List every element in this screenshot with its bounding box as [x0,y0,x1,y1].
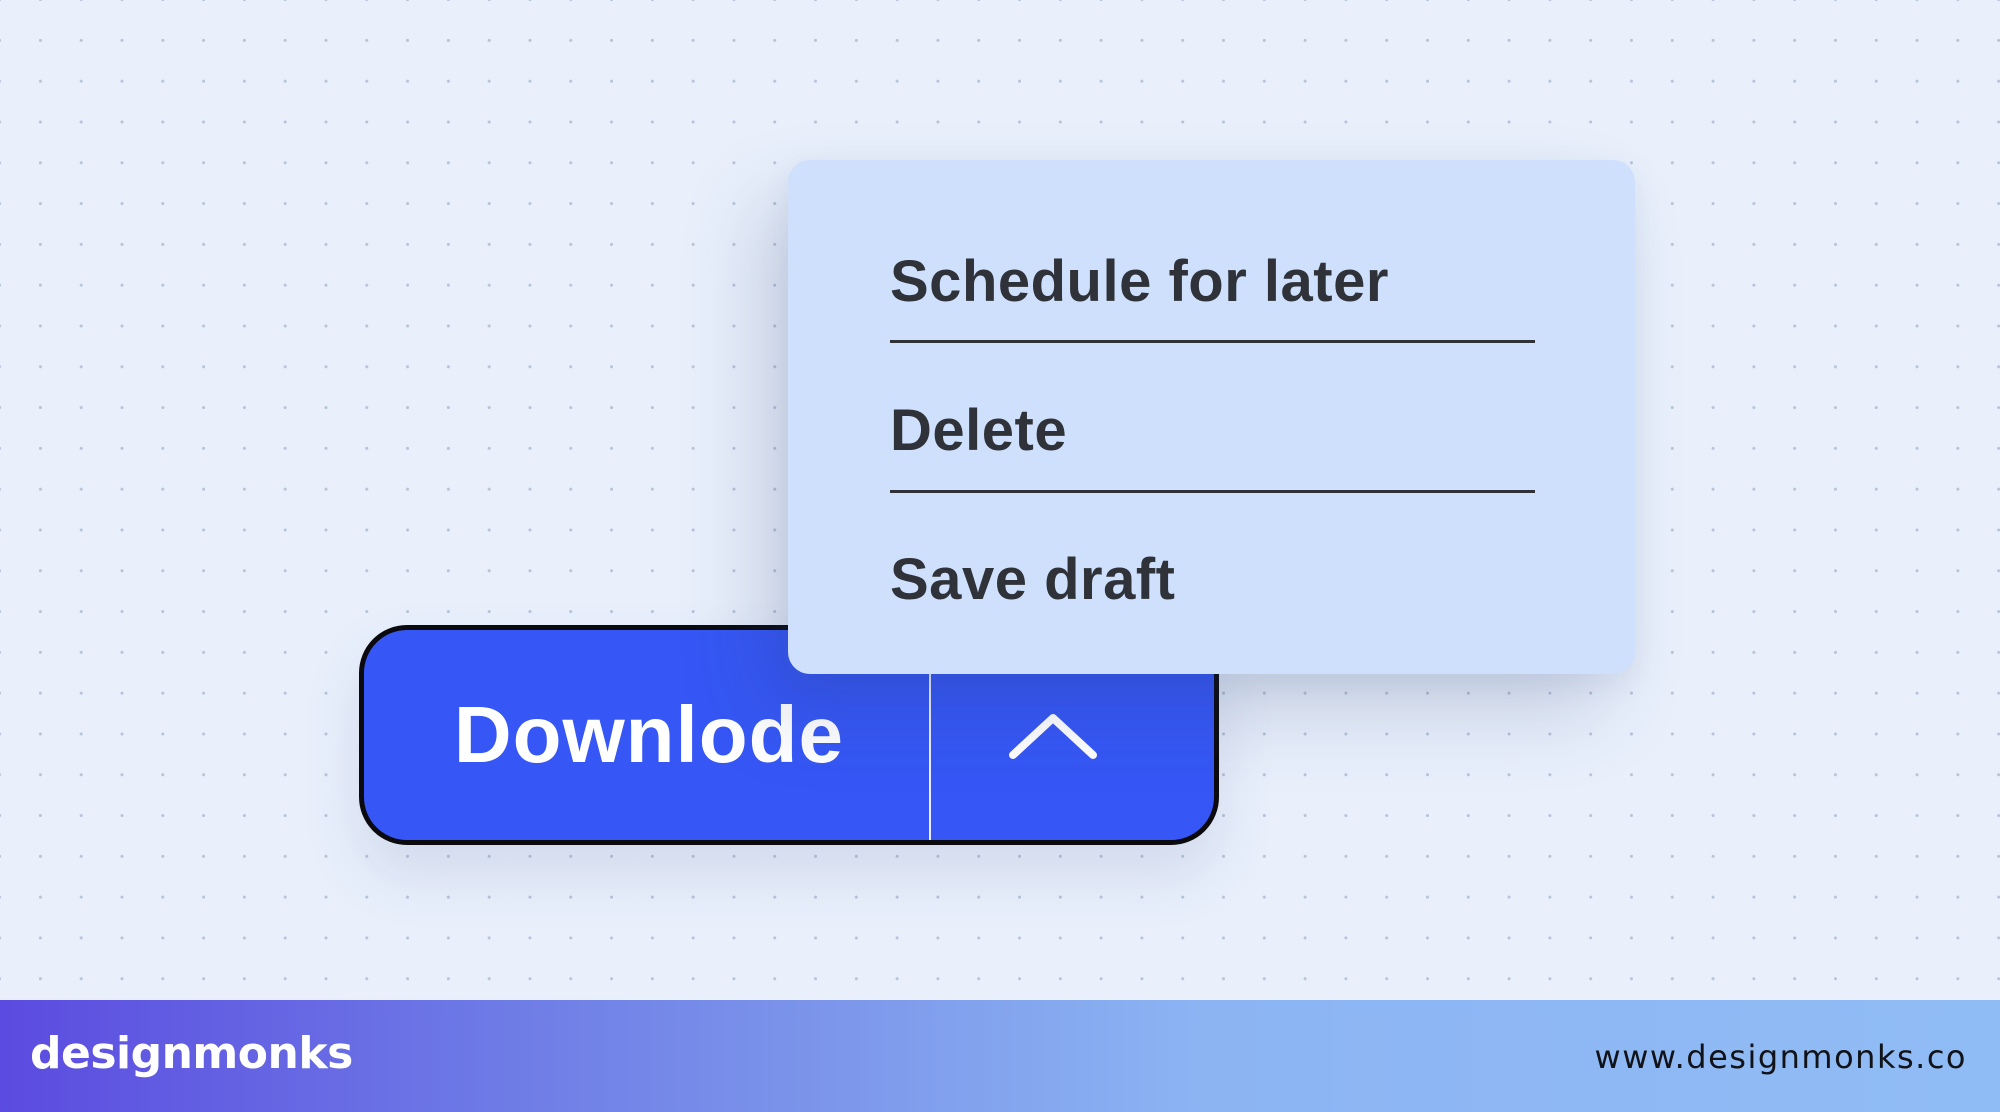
brand-logo: designmonks [30,1028,353,1079]
site-url: www.designmonks.co [1594,1038,1967,1076]
dropdown-menu: Schedule for later Delete Save draft [788,160,1635,674]
menu-divider [890,340,1535,343]
menu-divider [890,490,1535,493]
footer-bar: designmonks www.designmonks.co [0,1000,2000,1112]
chevron-up-icon [1008,714,1097,759]
menu-item-save-draft[interactable]: Save draft [890,519,1535,639]
menu-item-delete[interactable]: Delete [890,370,1535,490]
menu-item-schedule-for-later[interactable]: Schedule for later [890,221,1535,341]
